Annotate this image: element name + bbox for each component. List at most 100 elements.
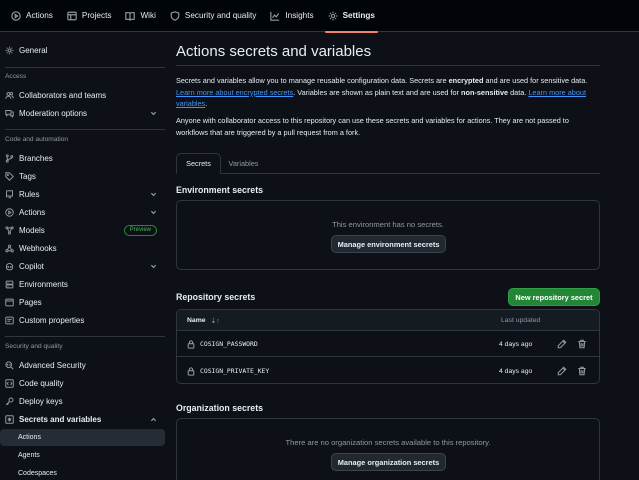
- sidebar-label: Custom properties: [19, 316, 85, 325]
- intro-nonsensitive: non-sensitive: [461, 87, 509, 97]
- manage-environment-secrets-button[interactable]: Manage environment secrets: [331, 235, 446, 253]
- intro-part: Secrets and variables allow you to manag…: [176, 76, 449, 85]
- chevron-down-icon: [150, 192, 157, 197]
- codescan-icon: [5, 361, 14, 370]
- webhook-icon: [5, 244, 14, 253]
- repository-secrets-table: Name ⇣↑ Last updated COSIGN_PASSWORD 4 d…: [176, 309, 600, 384]
- tag-icon: [5, 172, 14, 181]
- column-updated-header: Last updated: [501, 317, 541, 324]
- secret-name-text: COSIGN_PASSWORD: [200, 340, 258, 348]
- nav-security[interactable]: Security and quality: [163, 0, 263, 32]
- sidebar-subitem-agents[interactable]: Agents: [0, 447, 165, 464]
- pencil-icon[interactable]: [557, 339, 567, 349]
- nav-insights[interactable]: Insights: [263, 0, 320, 32]
- trash-icon[interactable]: [577, 366, 587, 376]
- sidebar-item-collaborators[interactable]: Collaborators and teams: [0, 87, 165, 104]
- intro-part: .: [205, 99, 208, 108]
- nav-wiki[interactable]: Wiki: [118, 0, 162, 32]
- environment-secrets-heading: Environment secrets: [176, 185, 264, 195]
- page-title: Actions secrets and variables: [176, 43, 372, 60]
- title-divider: [176, 65, 600, 66]
- nav-wiki-label: Wiki: [140, 11, 156, 20]
- sidebar-subitem-actions[interactable]: Actions: [0, 429, 165, 446]
- sidebar-item-code-quality[interactable]: Code quality: [0, 375, 165, 392]
- secret-name: COSIGN_PASSWORD: [187, 331, 258, 357]
- chevron-down-icon: [150, 264, 157, 269]
- server-icon: [5, 280, 14, 289]
- comment-discussion-icon: [5, 110, 14, 118]
- sidebar-item-advanced-security[interactable]: Advanced Security: [0, 357, 165, 374]
- environment-secrets-box: This environment has no secrets. Manage …: [176, 200, 600, 270]
- gear-icon: [328, 11, 337, 20]
- collaborator-note: Anyone with collaborator access to this …: [176, 116, 569, 137]
- sidebar-label: Moderation options: [19, 109, 88, 118]
- new-repository-secret-button[interactable]: New repository secret: [508, 288, 600, 306]
- repository-secrets-heading: Repository secrets: [176, 292, 256, 302]
- sort-icon[interactable]: ⇣↑: [211, 317, 220, 325]
- nav-actions[interactable]: Actions: [4, 0, 60, 32]
- sidebar-item-secrets-variables[interactable]: Secrets and variables: [0, 411, 165, 428]
- sidebar-section-code: Code and automation: [5, 136, 69, 143]
- sidebar-item-actions[interactable]: Actions: [0, 204, 165, 221]
- gear-icon: [5, 46, 14, 55]
- sidebar-label: Webhooks: [19, 244, 57, 253]
- sidebar-label: Deploy keys: [19, 397, 63, 406]
- sidebar-label: Secrets and variables: [19, 415, 102, 424]
- sidebar-divider: [5, 67, 165, 68]
- sidebar-label: Environments: [19, 280, 68, 289]
- chevron-down-icon: [150, 210, 157, 215]
- table-row: COSIGN_PASSWORD 4 days ago: [177, 331, 599, 357]
- sidebar-item-custom-properties[interactable]: Custom properties: [0, 312, 165, 329]
- organization-secrets-box: There are no organization secrets availa…: [176, 418, 600, 480]
- table-row: COSIGN_PRIVATE_KEY 4 days ago: [177, 358, 599, 384]
- encrypted-secrets-link[interactable]: Learn more about encrypted secrets: [176, 88, 293, 97]
- browser-icon: [5, 298, 14, 307]
- sidebar-item-moderation[interactable]: Moderation options: [0, 105, 165, 122]
- lock-icon: [187, 339, 195, 349]
- intro-part: . Variables are shown as plain text and …: [293, 87, 462, 97]
- secret-updated: 4 days ago: [499, 340, 533, 348]
- sidebar-item-branches[interactable]: Branches: [0, 150, 165, 167]
- table-header: Name ⇣↑ Last updated: [177, 310, 599, 331]
- sidebar-label: Agents: [18, 452, 40, 459]
- sidebar-item-tags[interactable]: Tags: [0, 168, 165, 185]
- sidebar-label: General: [19, 46, 48, 55]
- intro-part: and are used for sensitive data.: [483, 76, 588, 85]
- nav-settings[interactable]: Settings: [321, 0, 382, 33]
- secret-updated: 4 days ago: [499, 367, 533, 375]
- sidebar-divider: [5, 129, 165, 130]
- sidebar-label: Codespaces: [18, 470, 57, 477]
- sidebar-item-rules[interactable]: Rules: [0, 186, 165, 203]
- pencil-icon[interactable]: [557, 366, 567, 376]
- secrets-tabs: Secrets Variables: [176, 153, 600, 174]
- sidebar-item-pages[interactable]: Pages: [0, 294, 165, 311]
- sidebar-label: Pages: [19, 298, 42, 307]
- manage-organization-secrets-button[interactable]: Manage organization secrets: [331, 453, 446, 471]
- sidebar-item-webhooks[interactable]: Webhooks: [0, 240, 165, 257]
- sidebar-item-general[interactable]: General: [0, 42, 165, 59]
- sidebar-item-deploy-keys[interactable]: Deploy keys: [0, 393, 165, 410]
- column-name-header[interactable]: Name ⇣↑: [187, 310, 220, 331]
- sidebar-item-copilot[interactable]: Copilot: [0, 258, 165, 275]
- sidebar-divider: [5, 336, 165, 337]
- play-icon: [5, 208, 14, 217]
- sidebar-label: Code quality: [19, 379, 64, 388]
- intro-text: Secrets and variables allow you to manag…: [176, 75, 600, 110]
- settings-sidebar: General Access Collaborators and teams M…: [0, 33, 168, 480]
- sidebar-item-models[interactable]: Models Preview: [0, 222, 165, 239]
- tab-variables[interactable]: Variables: [222, 153, 265, 174]
- shield-icon: [170, 10, 180, 21]
- nav-projects[interactable]: Projects: [60, 0, 119, 32]
- sidebar-label: Rules: [19, 190, 40, 199]
- people-icon: [5, 91, 14, 99]
- chevron-down-icon: [150, 111, 157, 116]
- nav-insights-label: Insights: [285, 11, 314, 20]
- sidebar-label: Actions: [19, 208, 46, 217]
- play-icon: [11, 10, 21, 21]
- sidebar-subitem-codespaces[interactable]: Codespaces: [0, 465, 165, 480]
- organization-secrets-heading: Organization secrets: [176, 403, 264, 413]
- table-icon: [67, 11, 77, 20]
- trash-icon[interactable]: [577, 339, 587, 349]
- tab-secrets[interactable]: Secrets: [176, 153, 221, 174]
- sidebar-item-environments[interactable]: Environments: [0, 276, 165, 293]
